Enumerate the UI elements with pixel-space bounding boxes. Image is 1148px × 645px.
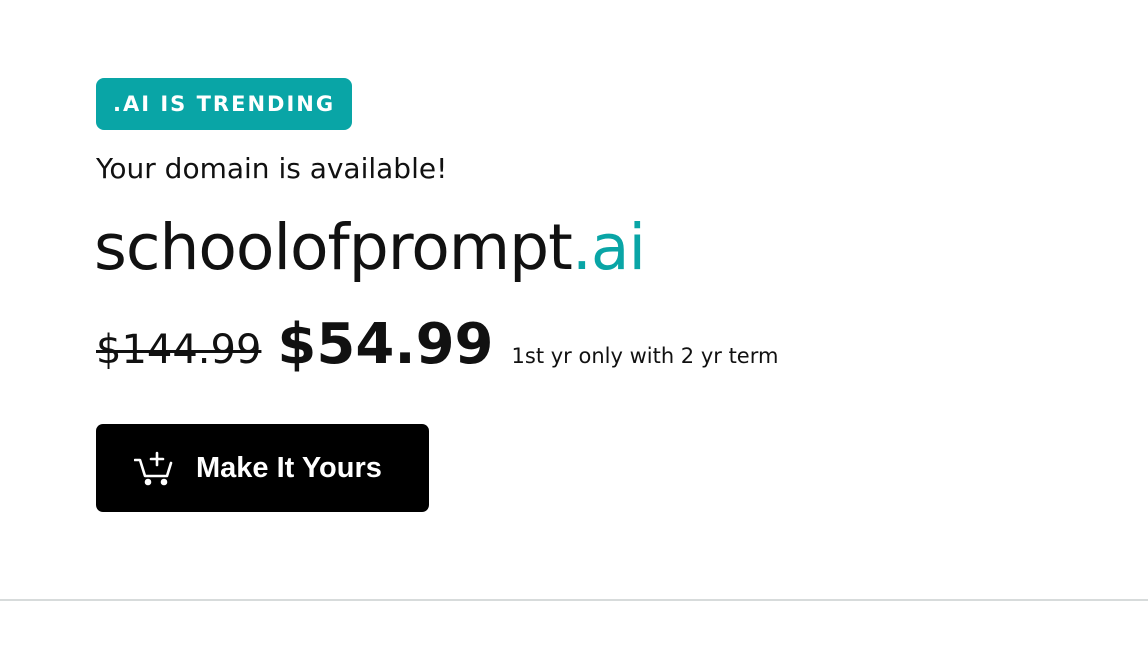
term-note: 1st yr only with 2 yr term xyxy=(511,344,779,368)
cart-add-icon xyxy=(134,451,173,486)
make-it-yours-button[interactable]: Make It Yours xyxy=(96,424,429,512)
sale-price: $54.99 xyxy=(277,312,494,377)
availability-headline: Your domain is available! xyxy=(96,152,448,185)
trending-badge: .AI IS TRENDING xyxy=(96,78,353,130)
domain-tld: .ai xyxy=(571,211,646,284)
domain-available-card: .AI IS TRENDING Your domain is available… xyxy=(0,0,1148,645)
domain-name: schoolofprompt.ai xyxy=(94,206,646,290)
domain-name-label: schoolofprompt xyxy=(94,211,573,284)
original-price: $144.99 xyxy=(96,327,262,373)
price-row: $144.99 $54.99 1st yr only with 2 yr ter… xyxy=(96,312,778,377)
section-divider xyxy=(0,599,1148,601)
make-it-yours-label: Make It Yours xyxy=(196,451,382,484)
